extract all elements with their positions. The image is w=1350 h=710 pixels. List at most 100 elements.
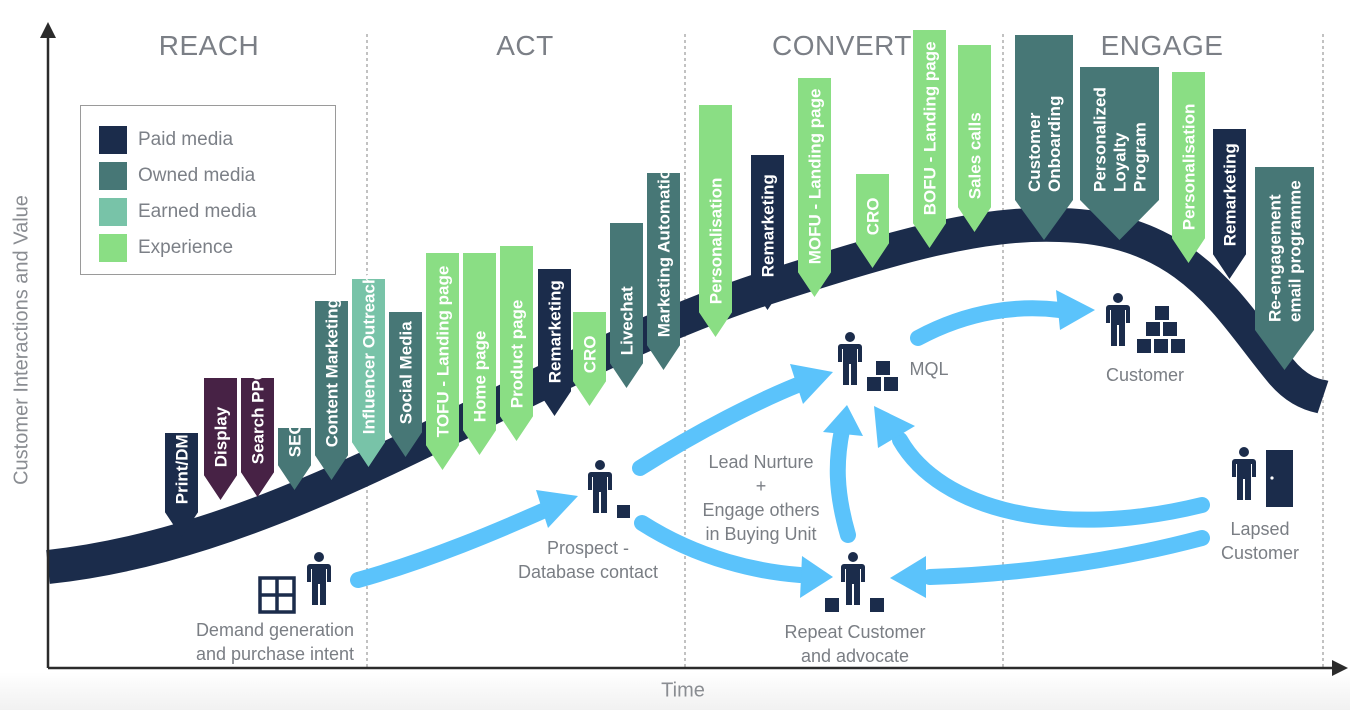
tag-label: Livechat: [618, 286, 637, 355]
label-line: Repeat Customer: [784, 622, 926, 642]
legend-label: Paid media: [138, 129, 234, 150]
box-icon-prospect: [617, 505, 630, 518]
legend-label: Owned media: [138, 165, 256, 186]
person-icon-lapsed: [1232, 447, 1256, 500]
node-label-demand-generation: Demand generation and purchase intent: [196, 618, 354, 666]
tactic-tag-bofu-landing-page: BOFU - Landing page: [913, 30, 946, 248]
label-line: MQL: [909, 359, 949, 379]
tag-label: Remarketing: [759, 174, 778, 277]
tag-label: Search PPC: [249, 368, 268, 464]
arrow-repeat-to-mql: [823, 405, 863, 543]
box-icon: [1163, 322, 1177, 336]
tactic-tag-remarketing: Remarketing: [1213, 129, 1246, 279]
tactic-tag-influencer-outreach: Influencer Outreach: [352, 274, 385, 467]
tactic-tag-sales-calls: Sales calls: [958, 45, 991, 232]
tactic-tag-re-engagement-email-programme: Re-engagement email programme: [1255, 167, 1314, 370]
box-icon: [867, 377, 881, 391]
tactic-tag-remarketing: Remarketing: [538, 269, 571, 416]
tactic-tag-social-media: Social Media: [389, 312, 422, 457]
legend-item-experience: Experience: [99, 234, 233, 262]
stage-title-engage: ENGAGE: [1100, 30, 1224, 61]
legend-label: Earned media: [138, 201, 257, 222]
person-icon-demand: [307, 552, 331, 605]
y-axis-label: Customer Interactions and Value: [10, 195, 33, 485]
tag-label: Onboarding: [1045, 96, 1064, 192]
tactic-tag-content-marketing: Content Marketing: [315, 298, 348, 480]
box-icon: [1154, 339, 1168, 353]
node-label-customer: Customer: [1106, 363, 1184, 387]
person-icon-customer: [1106, 293, 1130, 346]
box-icon: [884, 377, 898, 391]
tag-label: MOFU - Landing page: [806, 89, 825, 265]
legend-swatch-earned: [99, 198, 127, 226]
tactic-tag-search-ppc: Search PPC: [241, 368, 274, 497]
label-line: Demand generation: [195, 620, 355, 640]
node-label-mql: MQL: [909, 357, 948, 381]
label-line: Lapsed: [1230, 519, 1290, 539]
tag-label: Personalized: [1091, 87, 1110, 192]
tactic-tag-remarketing: Remarketing: [751, 155, 784, 310]
tag-label: Display: [212, 406, 231, 467]
stage-title-convert: CONVERT: [772, 30, 912, 61]
tag-label: Influencer Outreach: [360, 274, 379, 435]
legend-item-owned: Owned media: [99, 162, 255, 190]
tactic-tag-marketing-automation: Marketing Automation: [647, 158, 680, 370]
tag-label: Loyalty: [1111, 132, 1130, 192]
tactic-tag-customer-onboarding: Customer Onboarding: [1015, 35, 1073, 240]
person-icon-prospect: [588, 460, 612, 513]
box-icon: [1155, 306, 1169, 320]
label-line: in Buying Unit: [705, 524, 817, 544]
label-line: and advocate: [800, 646, 910, 666]
tag-label: Product page: [508, 300, 527, 409]
tag-label: Program: [1131, 122, 1150, 192]
arrow-lapsed-to-repeat: [890, 530, 1210, 598]
arrowhead-icon: [823, 405, 863, 436]
tactic-tag-display: Display: [204, 378, 237, 500]
tag-label: BOFU - Landing page: [921, 41, 940, 215]
node-label-lapsed-customer: Lapsed Customer: [1221, 517, 1299, 565]
customer-journey-diagram: Print/DM Display Search PPC SEO Content Mark…: [0, 0, 1350, 710]
arrowhead-icon: [800, 556, 833, 598]
arrowhead-icon: [1056, 290, 1095, 330]
x-axis-label: Time: [661, 679, 705, 702]
y-axis-arrowhead-icon: [40, 22, 56, 38]
box-icon: [1137, 339, 1151, 353]
tactic-tag-personalisation: Personalisation: [699, 105, 732, 337]
box-icon: [876, 361, 890, 375]
label-line: and purchase intent: [195, 644, 355, 664]
person-icon-repeat: [841, 552, 865, 605]
node-label-lead-nurture: Lead Nurture + Engage others in Buying U…: [702, 450, 819, 546]
legend-swatch-owned: [99, 162, 127, 190]
node-label-repeat-customer: Repeat Customer and advocate: [784, 620, 925, 668]
tag-label: Home page: [471, 331, 490, 423]
tactic-tag-mofu-landing-page: MOFU - Landing page: [798, 78, 831, 297]
legend-item-earned: Earned media: [99, 198, 256, 226]
label-line: Engage others: [702, 500, 820, 520]
stage-title-reach: REACH: [158, 30, 260, 61]
stage-title-act: ACT: [496, 30, 554, 61]
tag-label: Remarketing: [1221, 143, 1240, 246]
tag-label: CRO: [581, 335, 600, 373]
box-icon: [1146, 322, 1160, 336]
box-icon: [870, 598, 884, 612]
tag-shape: [1255, 167, 1314, 370]
label-line: +: [755, 476, 767, 496]
tag-label: Personalisation: [1180, 104, 1199, 231]
tactic-tag-home-page: Home page: [463, 253, 496, 455]
legend-swatch-experience: [99, 234, 127, 262]
tag-label: Content Marketing: [323, 298, 342, 447]
arrowhead-icon: [536, 490, 578, 528]
tag-shape: [1015, 35, 1073, 240]
arrow-mql-to-customer: [910, 290, 1095, 346]
label-line: Prospect -: [546, 538, 630, 558]
tag-label: Print/DM: [173, 434, 192, 504]
node-label-prospect: Prospect - Database contact: [518, 536, 658, 584]
door-icon: [1266, 450, 1293, 507]
tag-label: CRO: [864, 197, 883, 235]
window-icon: [258, 576, 296, 614]
legend-label: Experience: [138, 237, 234, 258]
tag-label: Social Media: [397, 321, 416, 425]
tag-label: Remarketing: [546, 280, 565, 383]
legend-item-paid: Paid media: [99, 126, 233, 154]
tag-label: SEO: [286, 421, 305, 457]
